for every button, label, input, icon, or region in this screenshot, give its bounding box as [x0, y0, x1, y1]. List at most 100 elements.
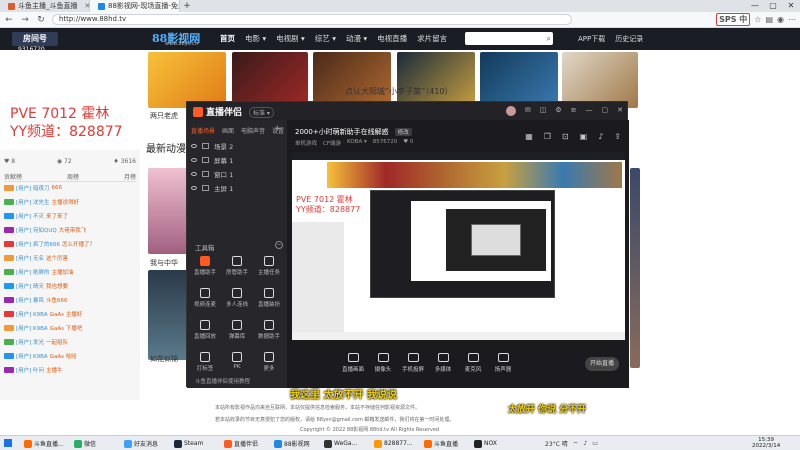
- volume-icon[interactable]: ♪: [583, 440, 587, 447]
- tool-button[interactable]: 直播回放: [189, 320, 221, 340]
- taskbar-app[interactable]: 88影视网: [274, 438, 310, 449]
- poster-thumbnail[interactable]: [630, 168, 640, 368]
- chat-username[interactable]: [用户] 叶问: [16, 366, 44, 374]
- nav-anime[interactable]: 动漫 ▾: [346, 33, 367, 44]
- taskbar-app[interactable]: NOX: [474, 438, 497, 449]
- edit-title-button[interactable]: 修改: [394, 128, 412, 136]
- category-label[interactable]: 单机游戏: [295, 139, 317, 147]
- taskbar-app[interactable]: 好友消息: [124, 438, 158, 449]
- shirt-icon[interactable]: ◫: [540, 106, 547, 116]
- sogou-extension[interactable]: SPS 中: [716, 13, 751, 26]
- start-icon[interactable]: [4, 439, 12, 447]
- tab-audio[interactable]: 电脑声音: [241, 126, 265, 135]
- browser-tab-1[interactable]: 斗鱼主播_斗鱼直播 ✕: [0, 0, 90, 12]
- search-icon[interactable]: ⌕: [547, 34, 551, 44]
- eye-icon[interactable]: [191, 186, 197, 190]
- poster-thumbnail[interactable]: [148, 270, 188, 360]
- chat-username[interactable]: [用户] K9BA: [16, 324, 48, 332]
- poster-thumbnail[interactable]: [148, 168, 188, 254]
- weather-text[interactable]: 23°C 晴: [545, 439, 568, 448]
- url-input[interactable]: http://www.88hd.tv: [52, 14, 572, 25]
- box-icon[interactable]: ▣: [580, 132, 588, 141]
- history-link[interactable]: 历史记录: [615, 34, 643, 44]
- network-icon[interactable]: ⌔: [573, 440, 579, 448]
- poster-thumbnail[interactable]: [397, 52, 475, 108]
- nav-home[interactable]: 首页: [220, 33, 235, 44]
- tool-button[interactable]: 直播装扮: [253, 288, 285, 308]
- layout-icon[interactable]: ▦: [525, 132, 533, 141]
- poster-caption[interactable]: 我与中华: [150, 258, 178, 268]
- eye-icon[interactable]: [191, 158, 197, 162]
- eye-icon[interactable]: [191, 144, 197, 148]
- nav-tv[interactable]: 电视剧 ▾: [276, 33, 305, 44]
- back-icon[interactable]: ←: [4, 15, 14, 25]
- nav-request[interactable]: 求片留言: [417, 33, 447, 44]
- menu-icon[interactable]: ≡: [571, 106, 577, 116]
- minimize-icon[interactable]: —: [586, 106, 593, 116]
- poster-caption[interactable]: 如花似锦: [150, 354, 178, 364]
- new-tab-button[interactable]: +: [180, 1, 194, 11]
- tool-button[interactable]: 直播助手: [189, 256, 221, 276]
- chat-username[interactable]: [用户] 晴天: [16, 282, 44, 290]
- taskbar-app[interactable]: 直播伴侣: [224, 438, 258, 449]
- poster-caption[interactable]: 两只老虎: [150, 111, 178, 121]
- maximize-icon[interactable]: ▢: [602, 106, 609, 116]
- close-window-icon[interactable]: ✕: [782, 0, 800, 12]
- chat-username[interactable]: [用户] 暗夜刀: [16, 184, 50, 192]
- browser-tab-2[interactable]: 88影视网-现场直播-免费电影-电...✕: [90, 0, 180, 12]
- version-dropdown[interactable]: 标准 ▾: [249, 107, 274, 118]
- nav-variety[interactable]: 综艺 ▾: [315, 33, 336, 44]
- clock[interactable]: 15:39 2022/3/14: [752, 437, 780, 449]
- chat-username[interactable]: [用户] 沈先生: [16, 198, 50, 206]
- chat-username[interactable]: [用户] 刷屏的: [16, 268, 50, 276]
- avatar[interactable]: [505, 106, 516, 116]
- chat-username[interactable]: [用户] 无名: [16, 254, 44, 262]
- go-live-button[interactable]: 开始直播: [585, 357, 619, 371]
- tutorial-link[interactable]: 斗鱼直播伴侣使用教程: [187, 376, 287, 388]
- scene-item[interactable]: 主屏 1: [191, 182, 283, 194]
- poster-thumbnail[interactable]: [148, 52, 226, 108]
- nav-movies[interactable]: 电影 ▾: [245, 33, 266, 44]
- tab-contribution[interactable]: 贡献榜: [4, 172, 22, 181]
- tool-button[interactable]: 数据助手: [253, 320, 285, 340]
- mode-dropdown[interactable]: KOBA ▾: [347, 139, 367, 147]
- chat-username[interactable]: [用户] 不灭: [16, 212, 44, 220]
- profile-icon[interactable]: ◉: [777, 15, 784, 24]
- battery-icon[interactable]: ▭: [592, 440, 598, 447]
- taskbar-app[interactable]: 斗鱼直播...: [24, 438, 64, 449]
- menu-icon[interactable]: ⋯: [788, 15, 796, 24]
- nav-live-tv[interactable]: 电视直播: [377, 33, 407, 44]
- forward-icon[interactable]: →: [20, 15, 30, 25]
- tool-button[interactable]: 主播任务: [253, 256, 285, 276]
- poster-thumbnail[interactable]: [562, 52, 638, 108]
- taskbar-app[interactable]: 斗鱼直播: [424, 438, 458, 449]
- collections-icon[interactable]: ▤: [765, 15, 773, 24]
- maximize-icon[interactable]: ▢: [764, 0, 782, 12]
- chat-username[interactable]: [用户] 发光: [16, 338, 44, 346]
- chat-username[interactable]: [用户] 疯了的666: [16, 240, 60, 248]
- app-download-link[interactable]: APP下载: [578, 34, 605, 44]
- tool-button[interactable]: 多人连线: [221, 288, 253, 308]
- collapse-toolbox-icon[interactable]: −: [275, 241, 283, 249]
- chat-username[interactable]: [用户] 暴风: [16, 296, 44, 304]
- tab-monthly[interactable]: 月榜: [124, 172, 136, 181]
- settings-icon[interactable]: ⚙: [555, 106, 561, 116]
- chat-username[interactable]: [用户] 宛如QUQ: [16, 226, 57, 234]
- eye-icon[interactable]: [191, 172, 197, 176]
- poster-thumbnail[interactable]: [232, 52, 308, 108]
- share-icon[interactable]: ⇪: [614, 132, 621, 141]
- stream-preview[interactable]: PVE 7012 霍林 YY频道：828877: [292, 152, 625, 340]
- close-icon[interactable]: ✕: [617, 106, 623, 116]
- source-button[interactable]: 扬声器: [485, 353, 521, 373]
- chat-username[interactable]: [用户] K9BA: [16, 352, 48, 360]
- poster-thumbnail[interactable]: [313, 52, 391, 108]
- tool-button[interactable]: 视频连麦: [189, 288, 221, 308]
- scene-item[interactable]: 窗口 1: [191, 168, 283, 180]
- scene-item[interactable]: 屏幕 1: [191, 154, 283, 166]
- bell-icon[interactable]: ♪: [598, 132, 603, 141]
- chat-username[interactable]: [用户] K9BA: [16, 310, 48, 318]
- refresh-icon[interactable]: ↻: [36, 15, 46, 25]
- poster-thumbnail[interactable]: [480, 52, 558, 108]
- taskbar-app[interactable]: 828877...: [374, 438, 413, 449]
- favorites-icon[interactable]: ☆: [754, 15, 761, 24]
